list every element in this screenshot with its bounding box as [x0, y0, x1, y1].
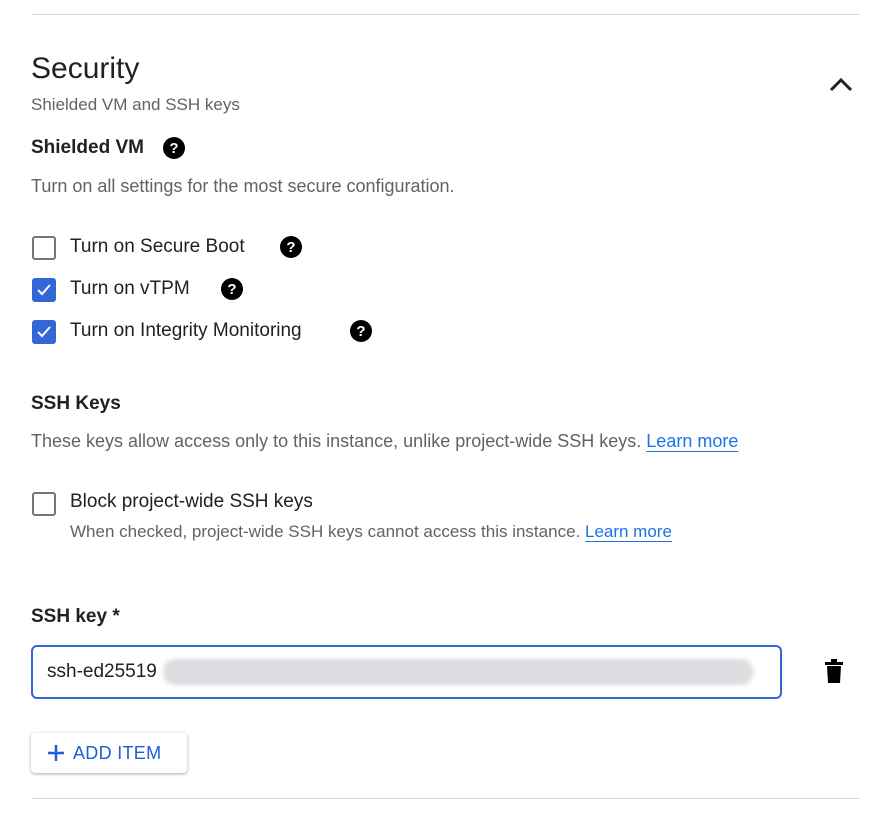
add-item-button[interactable]: ADD ITEM	[31, 733, 187, 773]
vtpm-label: Turn on vTPM	[70, 278, 190, 299]
ssh-keys-description: These keys allow access only to this ins…	[31, 431, 738, 452]
integrity-monitoring-label: Turn on Integrity Monitoring	[70, 320, 302, 341]
integrity-monitoring-checkbox[interactable]	[32, 320, 56, 344]
check-icon	[37, 326, 51, 338]
vtpm-checkbox[interactable]	[32, 278, 56, 302]
help-icon[interactable]: ?	[221, 278, 243, 300]
secure-boot-checkbox[interactable]	[32, 236, 56, 260]
help-icon[interactable]: ?	[350, 320, 372, 342]
learn-more-link[interactable]: Learn more	[646, 431, 738, 451]
top-divider	[31, 14, 860, 15]
add-item-label: ADD ITEM	[73, 742, 162, 763]
chevron-up-icon[interactable]	[826, 70, 856, 100]
ssh-keys-heading: SSH Keys	[31, 393, 121, 414]
ssh-keys-description-text: These keys allow access only to this ins…	[31, 431, 642, 451]
block-hint: When checked, project-wide SSH keys cann…	[70, 522, 672, 542]
block-hint-text: When checked, project-wide SSH keys cann…	[70, 522, 581, 541]
check-icon	[37, 284, 51, 296]
plus-icon	[48, 745, 64, 761]
bottom-divider	[31, 798, 860, 799]
section-title: Security	[31, 52, 140, 85]
learn-more-link[interactable]: Learn more	[585, 522, 672, 541]
help-icon[interactable]: ?	[163, 137, 185, 159]
ssh-key-value: ssh-ed25519	[47, 661, 157, 682]
block-project-keys-checkbox[interactable]	[32, 492, 56, 516]
help-icon[interactable]: ?	[280, 236, 302, 258]
shielded-vm-description: Turn on all settings for the most secure…	[31, 176, 455, 196]
trash-icon[interactable]	[824, 659, 844, 683]
ssh-key-input[interactable]: ssh-ed25519	[31, 645, 782, 699]
redacted-key	[162, 659, 753, 685]
secure-boot-label: Turn on Secure Boot	[70, 236, 245, 257]
ssh-key-label: SSH key *	[31, 606, 120, 627]
section-subtitle: Shielded VM and SSH keys	[31, 95, 240, 114]
shielded-vm-heading: Shielded VM	[31, 137, 144, 158]
block-project-keys-label: Block project-wide SSH keys	[70, 491, 313, 512]
